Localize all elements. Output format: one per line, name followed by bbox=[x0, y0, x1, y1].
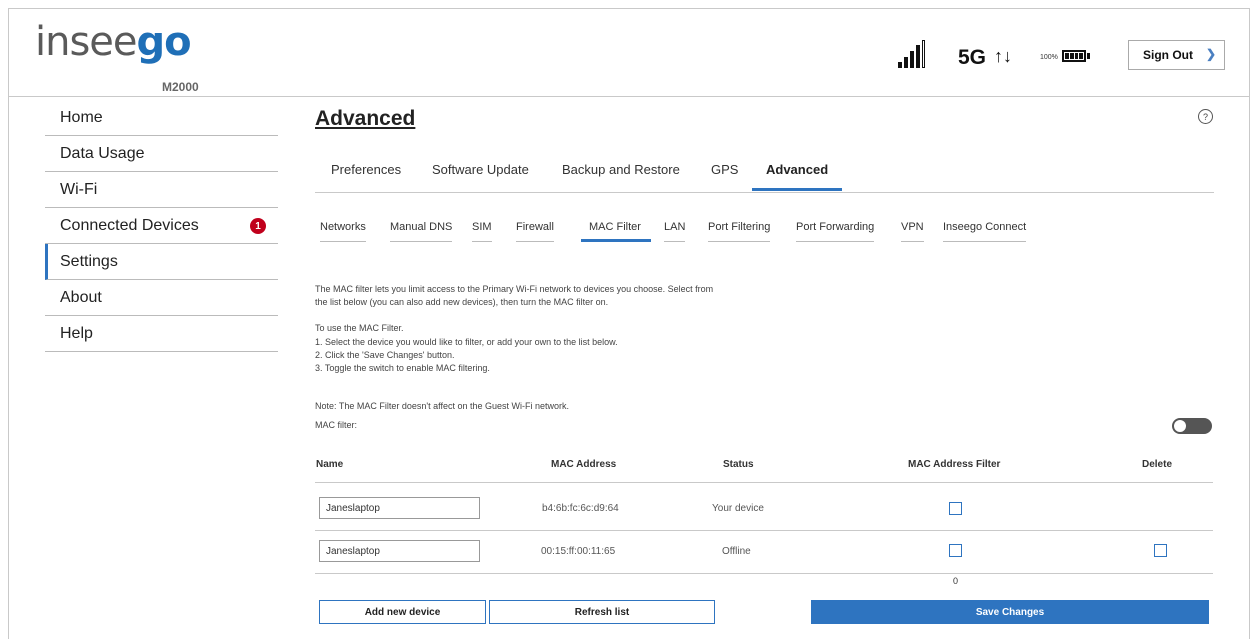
subtab-firewall[interactable]: Firewall bbox=[516, 221, 554, 242]
subtab-sim[interactable]: SIM bbox=[472, 221, 492, 242]
sidebar-item-label: Wi-Fi bbox=[60, 180, 98, 198]
col-header-mac: MAC Address bbox=[551, 459, 617, 470]
mac-filter-toggle[interactable] bbox=[1172, 418, 1212, 434]
mac-filter-label: MAC filter: bbox=[315, 420, 358, 430]
battery-percent: 100% bbox=[1040, 54, 1058, 61]
col-header-status: Status bbox=[723, 459, 754, 470]
table-header-divider bbox=[315, 482, 1213, 483]
subtab-networks[interactable]: Networks bbox=[320, 221, 366, 242]
device-name-input[interactable] bbox=[319, 497, 480, 519]
sign-out-button[interactable]: Sign Out ❯ bbox=[1128, 40, 1225, 70]
device-status: Offline bbox=[722, 546, 751, 557]
col-header-delete: Delete bbox=[1142, 459, 1173, 470]
selected-count: 0 bbox=[953, 576, 959, 586]
tab-gps[interactable]: GPS bbox=[711, 162, 738, 177]
sidebar-item-label: Help bbox=[60, 324, 93, 342]
sidebar-item-about[interactable]: About bbox=[45, 280, 278, 316]
howto-title: To use the MAC Filter. bbox=[315, 323, 404, 333]
battery-icon bbox=[1062, 50, 1086, 62]
battery-tip bbox=[1087, 53, 1090, 59]
tab-advanced[interactable]: Advanced bbox=[766, 162, 828, 177]
table-row-divider bbox=[315, 530, 1213, 531]
table-row-divider bbox=[315, 573, 1213, 574]
sign-out-label: Sign Out bbox=[1143, 48, 1193, 62]
device-model: M2000 bbox=[162, 80, 199, 94]
page-title: Advanced bbox=[315, 107, 416, 130]
tab-backup-restore[interactable]: Backup and Restore bbox=[562, 162, 680, 177]
save-changes-button[interactable]: Save Changes bbox=[811, 600, 1209, 624]
add-new-device-button[interactable]: Add new device bbox=[319, 600, 486, 624]
data-transfer-icon: ↑↓ bbox=[994, 46, 1012, 66]
header-divider bbox=[8, 96, 1250, 97]
step-2: 2. Click the 'Save Changes' button. bbox=[315, 350, 455, 360]
subtab-inseego-connect[interactable]: Inseego Connect bbox=[943, 221, 1027, 242]
sidebar-item-home[interactable]: Home bbox=[45, 100, 278, 136]
sidebar-item-label: About bbox=[60, 288, 102, 306]
subtab-vpn[interactable]: VPN bbox=[901, 221, 924, 242]
sidebar-item-label: Data Usage bbox=[60, 144, 145, 162]
subtab-mac-filter[interactable]: MAC Filter bbox=[581, 221, 651, 242]
inseego-logo: inseego bbox=[35, 19, 192, 65]
col-header-name: Name bbox=[316, 459, 344, 470]
guest-note: Note: The MAC Filter doesn't affect on t… bbox=[315, 401, 569, 411]
sidebar-item-data-usage[interactable]: Data Usage bbox=[45, 136, 278, 172]
mac-filter-checkbox[interactable] bbox=[949, 502, 962, 515]
mac-address: b4:6b:fc:6c:d9:64 bbox=[542, 503, 619, 514]
sidebar-item-help[interactable]: Help bbox=[45, 316, 278, 352]
sidebar-item-label: Settings bbox=[60, 252, 118, 270]
mac-address: 00:15:ff:00:11:65 bbox=[541, 546, 616, 557]
chevron-down-icon: ❯ bbox=[1205, 47, 1216, 61]
signal-strength-icon bbox=[898, 38, 932, 68]
subtab-lan[interactable]: LAN bbox=[664, 221, 686, 242]
mac-filter-checkbox[interactable] bbox=[949, 544, 962, 557]
sidebar-nav: Home Data Usage Wi-Fi Connected Devices 1… bbox=[45, 100, 278, 352]
settings-tabs: Preferences Software Update Backup and R… bbox=[315, 152, 1214, 193]
tab-software-update[interactable]: Software Update bbox=[432, 162, 529, 177]
sidebar-item-wifi[interactable]: Wi-Fi bbox=[45, 172, 278, 208]
subtab-port-filtering[interactable]: Port Filtering bbox=[708, 221, 771, 242]
device-status: Your device bbox=[712, 503, 764, 514]
col-header-filter: MAC Address Filter bbox=[908, 459, 1001, 470]
delete-checkbox[interactable] bbox=[1154, 544, 1167, 557]
toggle-knob bbox=[1174, 420, 1186, 432]
sidebar-item-settings[interactable]: Settings bbox=[45, 244, 278, 280]
subtab-port-forwarding[interactable]: Port Forwarding bbox=[796, 221, 875, 242]
device-name-input[interactable] bbox=[319, 540, 480, 562]
sidebar-item-label: Home bbox=[60, 108, 103, 126]
step-3: 3. Toggle the switch to enable MAC filte… bbox=[315, 363, 490, 373]
notification-badge: 1 bbox=[250, 218, 266, 234]
intro-text-1: The MAC filter lets you limit access to … bbox=[315, 284, 714, 294]
intro-text-2: the list below (you can also add new dev… bbox=[315, 297, 609, 307]
step-1: 1. Select the device you would like to f… bbox=[315, 337, 618, 347]
network-type: 5G bbox=[958, 46, 987, 69]
help-icon[interactable]: ? bbox=[1198, 109, 1213, 124]
refresh-list-button[interactable]: Refresh list bbox=[489, 600, 715, 624]
tab-preferences[interactable]: Preferences bbox=[331, 162, 401, 177]
active-tab-indicator bbox=[752, 188, 842, 191]
subtab-manual-dns[interactable]: Manual DNS bbox=[390, 221, 453, 242]
sidebar-item-connected-devices[interactable]: Connected Devices 1 bbox=[45, 208, 278, 244]
sidebar-item-label: Connected Devices bbox=[60, 216, 199, 234]
